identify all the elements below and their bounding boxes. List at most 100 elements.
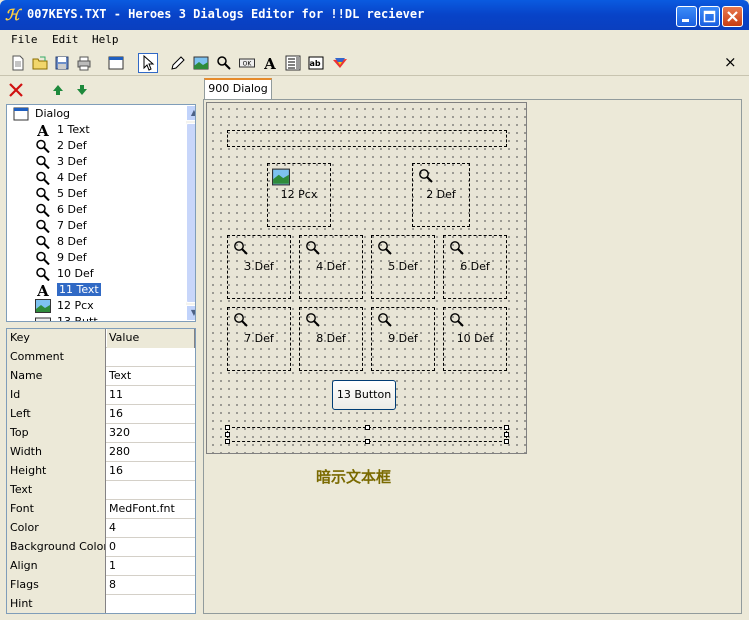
- tree-item[interactable]: 4 Def: [35, 170, 87, 186]
- dialog-button[interactable]: [106, 53, 126, 73]
- menu-edit[interactable]: Edit: [52, 33, 79, 46]
- property-value[interactable]: MedFont.fnt: [107, 500, 195, 519]
- property-row[interactable]: Comment: [7, 348, 195, 367]
- canvas-pcx-12[interactable]: 12 Pcx: [267, 163, 331, 227]
- property-value[interactable]: [107, 481, 195, 500]
- tree-item[interactable]: 10 Def: [35, 266, 94, 282]
- canvas-def[interactable]: 6 Def: [443, 235, 507, 299]
- property-value[interactable]: Text: [107, 367, 195, 386]
- property-row[interactable]: Height 16: [7, 462, 195, 481]
- tree-item[interactable]: A 11 Text: [35, 282, 101, 300]
- tree-item[interactable]: 2 Def: [35, 138, 87, 154]
- property-value[interactable]: 1: [107, 557, 195, 576]
- property-value[interactable]: 320: [107, 424, 195, 443]
- property-value[interactable]: [107, 595, 195, 613]
- delete-button[interactable]: [6, 80, 26, 100]
- move-up-button[interactable]: [48, 80, 68, 100]
- property-value[interactable]: [107, 348, 195, 367]
- close-button[interactable]: [722, 6, 743, 27]
- tree-item[interactable]: 7 Def: [35, 218, 87, 234]
- property-row[interactable]: Align 1: [7, 557, 195, 576]
- menu-help[interactable]: Help: [92, 33, 119, 46]
- tree-item[interactable]: 12 Pcx: [35, 298, 94, 314]
- canvas-def[interactable]: 4 Def: [299, 235, 363, 299]
- object-tree[interactable]: Dialog A 1 Text 2 Def 3 Def 4 Def 5 Def 6 Def 7…: [6, 104, 196, 322]
- resize-handle[interactable]: [504, 432, 509, 437]
- property-row[interactable]: Name Text: [7, 367, 195, 386]
- minimize-button[interactable]: [676, 6, 697, 27]
- canvas-def[interactable]: 3 Def: [227, 235, 291, 299]
- property-row[interactable]: Top 320: [7, 424, 195, 443]
- scroll-up-button[interactable]: ▲: [186, 105, 195, 121]
- button-tool-button[interactable]: OK: [237, 53, 257, 73]
- canvas-def[interactable]: 10 Def: [443, 307, 507, 371]
- magnifier-icon: [306, 313, 320, 327]
- resize-handle[interactable]: [225, 439, 230, 444]
- title-bar[interactable]: ℋ 007KEYS.TXT - Heroes 3 Dialogs Editor …: [0, 0, 749, 30]
- color-tool-button[interactable]: [330, 53, 350, 73]
- property-row[interactable]: Flags 8: [7, 576, 195, 595]
- tree-item[interactable]: 8 Def: [35, 234, 87, 250]
- edit-box-tool-button[interactable]: ab: [306, 53, 326, 73]
- tree-item[interactable]: 9 Def: [35, 250, 87, 266]
- arrow-up-icon: [53, 85, 63, 95]
- tree-item[interactable]: A 1 Text: [35, 122, 90, 140]
- property-row[interactable]: Id 11: [7, 386, 195, 405]
- property-key: Top: [7, 424, 106, 443]
- property-row[interactable]: Background Color 0: [7, 538, 195, 557]
- new-button[interactable]: [8, 53, 28, 73]
- tree-item[interactable]: 6 Def: [35, 202, 87, 218]
- canvas-def[interactable]: 7 Def: [227, 307, 291, 371]
- resize-handle[interactable]: [225, 425, 230, 430]
- scroll-thumb[interactable]: [186, 123, 195, 303]
- resize-handle[interactable]: [365, 439, 370, 444]
- property-row[interactable]: Hint: [7, 595, 195, 613]
- tree-item[interactable]: 5 Def: [35, 186, 87, 202]
- resize-handle[interactable]: [365, 425, 370, 430]
- property-value[interactable]: 8: [107, 576, 195, 595]
- maximize-button[interactable]: [699, 6, 720, 27]
- def-tool-button[interactable]: [214, 53, 234, 73]
- pcx-tool-button[interactable]: [191, 53, 211, 73]
- property-value[interactable]: 4: [107, 519, 195, 538]
- resize-handle[interactable]: [504, 439, 509, 444]
- property-row[interactable]: Left 16: [7, 405, 195, 424]
- resize-handle[interactable]: [504, 425, 509, 430]
- canvas-text-1[interactable]: [227, 130, 507, 147]
- value-column-header: Value: [107, 329, 195, 348]
- textlist-tool-button[interactable]: [283, 53, 303, 73]
- save-button[interactable]: [52, 53, 72, 73]
- tree-item[interactable]: 13 Butt: [35, 314, 98, 321]
- tree-item[interactable]: 3 Def: [35, 154, 87, 170]
- canvas-def[interactable]: 2 Def: [412, 163, 470, 227]
- tab-dialog[interactable]: 900 Dialog: [204, 78, 272, 99]
- property-value[interactable]: 0: [107, 538, 195, 557]
- property-key: Height: [7, 462, 106, 481]
- property-value[interactable]: 11: [107, 386, 195, 405]
- move-down-button[interactable]: [72, 80, 92, 100]
- property-value[interactable]: 280: [107, 443, 195, 462]
- property-row[interactable]: Font MedFont.fnt: [7, 500, 195, 519]
- canvas-button-13[interactable]: 13 Button: [332, 380, 396, 410]
- edit-tool-button[interactable]: [168, 53, 188, 73]
- scroll-down-button[interactable]: ▼: [186, 305, 195, 321]
- tree-scrollbar[interactable]: ▲ ▼: [186, 105, 195, 321]
- property-row[interactable]: Width 280: [7, 443, 195, 462]
- canvas-def[interactable]: 8 Def: [299, 307, 363, 371]
- text-tool-button[interactable]: A: [260, 53, 280, 73]
- tree-root[interactable]: Dialog: [13, 106, 70, 122]
- menu-file[interactable]: File: [11, 33, 38, 46]
- canvas-def[interactable]: 5 Def: [371, 235, 435, 299]
- canvas-def[interactable]: 9 Def: [371, 307, 435, 371]
- property-row[interactable]: Color 4: [7, 519, 195, 538]
- resize-handle[interactable]: [225, 432, 230, 437]
- property-value[interactable]: 16: [107, 405, 195, 424]
- property-row[interactable]: Text: [7, 481, 195, 500]
- open-button[interactable]: [30, 53, 50, 73]
- print-button[interactable]: [74, 53, 94, 73]
- panel-close-button[interactable]: ×: [724, 54, 737, 70]
- dialog-canvas[interactable]: 12 Pcx 2 Def 3 Def 4 Def 5 Def 6 Def 7 Def 8 D…: [206, 102, 527, 454]
- select-tool-button[interactable]: [138, 53, 158, 73]
- image-icon: [35, 299, 51, 313]
- property-value[interactable]: 16: [107, 462, 195, 481]
